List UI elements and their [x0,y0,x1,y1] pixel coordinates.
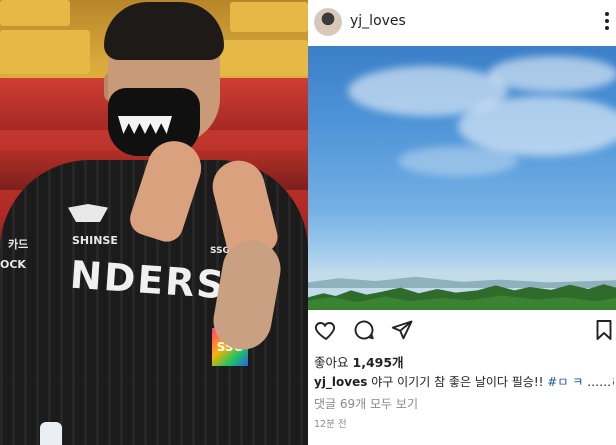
post-caption: yj_loves 야구 이기기 참 좋은 날이다 필승!! #ㅁ ㅋ ……ㄹ [314,373,614,390]
sponsor-text: SHINSE [72,234,118,247]
post-timestamp: 12분 전 [314,419,347,430]
likes-number: 1,495개 [352,355,404,370]
stadium-seat [0,30,90,74]
player-photo: SHINSE 카드 OCK SSG NDERS SSG [0,0,308,445]
cloud [398,146,518,176]
stadium-seat [230,2,308,32]
caption-more[interactable]: ……ㄹ [587,375,614,389]
bookmark-icon[interactable] [592,318,616,342]
send-icon[interactable] [390,318,414,342]
cloud [488,56,616,92]
stadium-seat [210,40,308,76]
caption-text: 야구 이기기 참 좋은 날이다 필승!! [371,375,544,389]
sponsor-patch: OCK [0,258,26,271]
caption-hashtag[interactable]: #ㅁ ㅋ [547,375,583,389]
sponsor-patch: 카드 [8,238,29,251]
caption-username[interactable]: yj_loves [314,375,367,389]
avatar[interactable] [314,8,342,36]
comment-icon[interactable] [352,318,376,342]
view-all-comments-link[interactable]: 댓글 69개 모두 보기 [314,395,418,412]
likes-label: 좋아요 [314,355,349,370]
water-bottle [40,422,62,445]
post-image[interactable] [308,46,616,310]
likes-count[interactable]: 좋아요 1,495개 [314,352,404,371]
more-vertical-icon[interactable] [604,12,610,32]
post-username[interactable]: yj_loves [350,13,406,29]
stadium-seat [0,0,70,26]
player-hair [104,2,224,60]
instagram-post: yj_loves 좋아요 1,495개 yj_loves 야구 이기기 참 좋은… [308,0,616,445]
post-header: yj_loves [308,0,616,46]
heart-icon[interactable] [314,318,338,342]
post-actions [308,318,616,344]
